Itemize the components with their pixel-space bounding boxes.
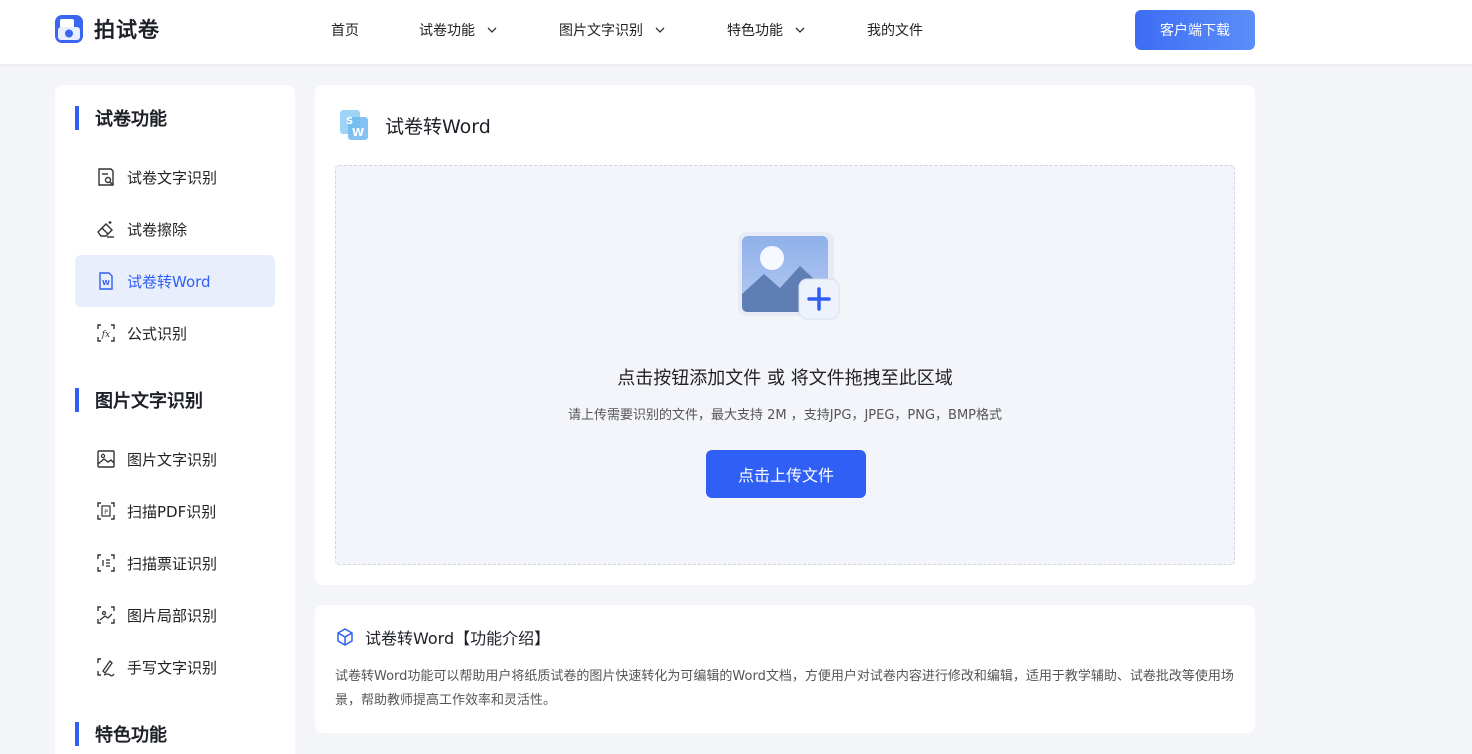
nav-my-files-label: 我的文件 (867, 23, 923, 39)
chevron-down-icon (487, 27, 497, 33)
dropzone-hint: 请上传需要识别的文件，最大支持 2M ，支持JPG，JPEG，PNG，BMP格式 (567, 408, 1003, 423)
word-convert-icon: S W (340, 110, 368, 140)
cube-icon (337, 628, 353, 646)
dropzone-instruction: 点击按钮添加文件 或 将文件拖拽至此区域 (617, 368, 953, 389)
sidebar-item-paper-to-word[interactable]: W 试卷转Word (75, 255, 275, 307)
paper-scan-icon (98, 168, 114, 186)
sidebar-item-ticket-scan[interactable]: 扫描票证识别 (75, 537, 275, 589)
nav-my-files[interactable]: 我的文件 (867, 0, 923, 60)
sidebar-item-formula[interactable]: fx 公式识别 (75, 307, 275, 359)
sidebar-item-label: 图片文字识别 (127, 450, 218, 469)
sidebar-item-label: 扫描PDF识别 (127, 502, 217, 521)
sidebar-item-label: 手写文字识别 (127, 658, 218, 677)
intro-description: 试卷转Word功能可以帮助用户将纸质试卷的图片快速转化为可编辑的Word文档，方… (335, 669, 1234, 708)
upload-panel: S W 试卷转Word 点击按钮添加文件 或 将文件拖拽至此区域 请上传需要识别… (315, 85, 1255, 585)
brand-name: 拍试卷 (94, 18, 160, 42)
sidebar-item-label: 试卷转Word (127, 272, 211, 291)
sidebar-item-label: 试卷擦除 (127, 220, 188, 239)
nav-home-label: 首页 (331, 23, 359, 39)
nav-image-ocr[interactable]: 图片文字识别 (559, 0, 665, 60)
sidebar-section-title: 图片文字识别 (75, 388, 203, 412)
nav-home[interactable]: 首页 (331, 0, 359, 60)
sidebar-item-handwriting[interactable]: 手写文字识别 (75, 641, 275, 693)
chevron-down-icon (795, 27, 805, 33)
brand-logo[interactable]: 拍试卷 (54, 14, 160, 44)
nav-special-features-label: 特色功能 (727, 23, 783, 39)
word-doc-icon: W (99, 272, 113, 290)
nav-paper-features-label: 试卷功能 (419, 23, 475, 39)
sidebar-item-label: 扫描票证识别 (127, 554, 218, 573)
image-crop-icon (97, 606, 115, 624)
sidebar-section-title: 特色功能 (75, 722, 167, 746)
image-icon (97, 450, 115, 468)
add-image-icon (738, 232, 840, 320)
sidebar-item-image-ocr[interactable]: 图片文字识别 (75, 433, 275, 485)
sidebar-item-image-partial[interactable]: 图片局部识别 (75, 589, 275, 641)
top-header: 拍试卷 首页 试卷功能 图片文字识别 特色功能 我的文件 客户端下载 (0, 0, 1472, 64)
camera-logo-icon (55, 15, 83, 43)
nav-special-features[interactable]: 特色功能 (727, 0, 805, 60)
svg-text:W: W (102, 279, 110, 287)
ticket-scan-icon (97, 554, 115, 572)
svg-text:W: W (352, 126, 364, 139)
intro-title-text: 试卷转Word【功能介绍】 (365, 629, 551, 648)
sidebar-item-label: 试卷文字识别 (127, 168, 218, 187)
upload-file-button[interactable]: 点击上传文件 (706, 450, 866, 498)
handwriting-icon (97, 658, 115, 677)
formula-icon: fx (97, 324, 115, 342)
chevron-down-icon (655, 27, 665, 33)
nav-image-ocr-label: 图片文字识别 (559, 23, 643, 39)
sidebar-item-pdf-scan[interactable]: P 扫描PDF识别 (75, 485, 275, 537)
svg-text:fx: fx (101, 330, 110, 340)
sidebar-item-label: 公式识别 (127, 324, 188, 343)
page-title-text: 试卷转Word (385, 115, 491, 138)
sidebar-item-paper-ocr[interactable]: 试卷文字识别 (75, 151, 275, 203)
sidebar-section-title: 试卷功能 (75, 106, 167, 130)
sidebar: 试卷功能 试卷文字识别 试卷擦除 W 试卷转Word fx 公式识别 图片文字识… (55, 85, 295, 754)
nav-paper-features[interactable]: 试卷功能 (419, 0, 497, 60)
eraser-icon (97, 221, 114, 238)
page-title: S W 试卷转Word (339, 109, 491, 141)
intro-title: 试卷转Word【功能介绍】 (335, 625, 550, 649)
feature-intro-panel: 试卷转Word【功能介绍】 试卷转Word功能可以帮助用户将纸质试卷的图片快速转… (315, 605, 1255, 733)
pdf-scan-icon: P (97, 502, 115, 520)
file-dropzone[interactable]: 点击按钮添加文件 或 将文件拖拽至此区域 请上传需要识别的文件，最大支持 2M … (335, 165, 1235, 565)
svg-text:P: P (104, 509, 108, 516)
client-download-button[interactable]: 客户端下载 (1135, 10, 1255, 50)
sidebar-item-label: 图片局部识别 (127, 606, 218, 625)
sidebar-item-paper-erase[interactable]: 试卷擦除 (75, 203, 275, 255)
